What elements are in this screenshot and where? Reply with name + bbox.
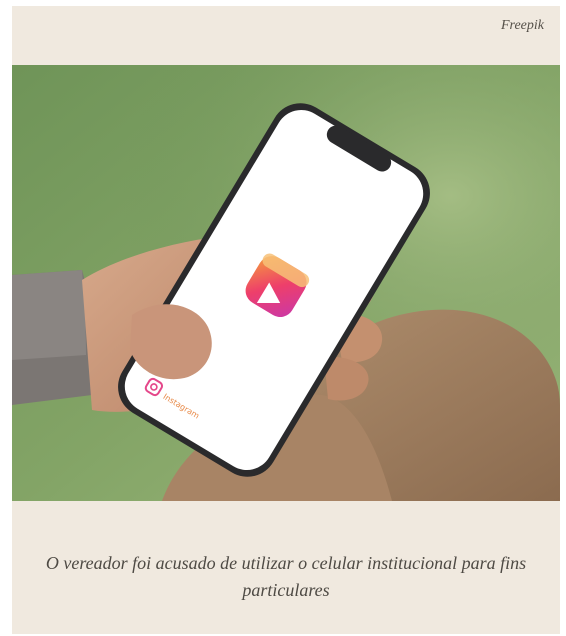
photo-credit: Freepik <box>500 18 544 33</box>
figure-card: Freepik Instagram O vereador foi acusado… <box>12 6 560 634</box>
figure-caption: O vereador foi acusado de utilizar o cel… <box>45 553 527 600</box>
figure-photo: Instagram <box>12 65 560 501</box>
photo-illustration: Instagram <box>12 65 560 501</box>
